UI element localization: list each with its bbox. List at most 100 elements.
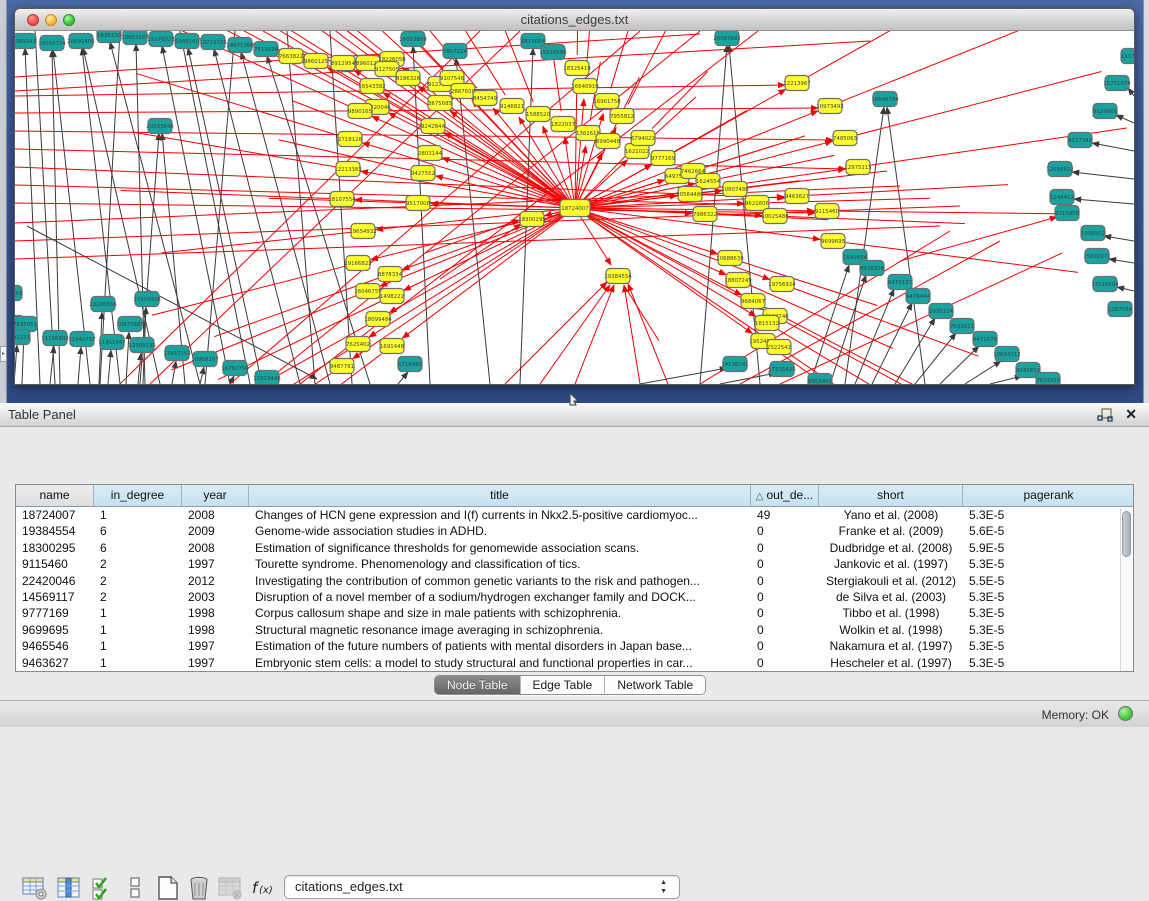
graph-node-label: 17359928	[133, 297, 161, 303]
graph-edge	[830, 275, 866, 384]
tab-network-table[interactable]: Network Table	[605, 676, 705, 694]
table-row[interactable]: 946554611997Estimation of the future num…	[16, 638, 1133, 654]
tab-edge-table[interactable]: Edge Table	[521, 676, 606, 694]
table-row[interactable]: 1938455462009Genome-wide association stu…	[16, 523, 1133, 539]
graph-node-label: 2803144	[418, 151, 443, 157]
graph-node-label: 10719155	[199, 40, 226, 46]
column-header-title[interactable]: title	[249, 485, 751, 506]
tab-node-table[interactable]: Node Table	[435, 676, 521, 694]
graph-node-label: 12213967	[783, 81, 810, 87]
graph-edge	[774, 349, 942, 385]
graph-node-label: 9860125	[304, 59, 328, 65]
graph-node-label: 8454749	[473, 96, 498, 102]
graph-edge	[810, 265, 849, 384]
svg-text:(x): (x)	[259, 885, 273, 896]
cell-pagerank: 5.3E-5	[963, 605, 1134, 621]
column-header-short[interactable]: short	[819, 485, 963, 506]
network-view[interactable]: 2089143140557242069140618381301065326715…	[15, 31, 1134, 385]
cell-name: 18300295	[16, 540, 94, 556]
table-row[interactable]: 1456911722003Disruption of a novel membe…	[16, 589, 1133, 605]
window-title: citations_edges.txt	[15, 12, 1134, 27]
cell-out-de-: 0	[751, 540, 819, 556]
graph-node-label: 18325419	[563, 66, 591, 72]
graph-edge	[15, 345, 17, 384]
graph-node-label: 1815132	[755, 321, 779, 327]
graph-node-label: 10654112	[993, 352, 1020, 358]
graph-node-label: 9146821	[500, 104, 524, 110]
column-header-in-degree[interactable]: in_degree	[94, 485, 182, 506]
table-row[interactable]: 1830029562008Estimation of significance …	[16, 540, 1133, 556]
table-scrollbar[interactable]	[1120, 508, 1132, 672]
graph-edge	[214, 278, 378, 336]
cell-name: 9777169	[16, 605, 94, 621]
cell-year: 2009	[182, 523, 249, 539]
table-scrollbar-thumb[interactable]	[1122, 511, 1131, 557]
graph-edge	[1109, 259, 1134, 263]
show-column-icon[interactable]	[56, 875, 82, 901]
cell-in-degree: 2	[94, 573, 182, 589]
right-panel-edge	[1143, 0, 1149, 403]
close-panel-icon[interactable]: ✕	[1125, 406, 1137, 423]
graph-node-label: 2935114	[929, 309, 954, 315]
graph-node-label: 16782759	[221, 366, 249, 372]
graph-node-label: 1691448	[380, 344, 405, 350]
cell-out-de-: 0	[751, 573, 819, 589]
table-header-row: namein_degreeyeartitle△out_de...shortpag…	[16, 485, 1133, 507]
memory-status-icon[interactable]	[1118, 706, 1133, 721]
panel-collapse-handle[interactable]: ▸	[0, 346, 7, 362]
table-row[interactable]: 1872400712008Changes of HCN gene express…	[16, 507, 1133, 523]
network-canvas: 2089143140557242069140618381301065326715…	[15, 31, 1134, 385]
graph-node-label: 10653267	[121, 35, 148, 41]
table-selector-dropdown[interactable]: citations_edges.txt ▲▼	[284, 875, 680, 899]
table-row[interactable]: 946362711997Embryonic stem cells: a mode…	[16, 655, 1133, 671]
delete-table-icon[interactable]	[217, 875, 243, 901]
graph-node-label: 12342757	[68, 337, 95, 343]
graph-node-label: 1117352	[1121, 54, 1134, 60]
graph-node-label: 9463627	[785, 194, 809, 200]
control-panel-edge	[0, 0, 7, 403]
cell-short: Hescheler et al. (1997)	[819, 655, 963, 671]
table-row[interactable]: 969969511998Structural magnetic resonanc…	[16, 622, 1133, 638]
stacked-boxes-icon[interactable]	[122, 875, 148, 901]
cell-year: 2008	[182, 540, 249, 556]
table-body: 1872400712008Changes of HCN gene express…	[16, 507, 1133, 671]
graph-node-label: 9684067	[741, 299, 765, 305]
select-rows-icon[interactable]	[90, 875, 116, 901]
table-settings-icon[interactable]	[22, 875, 48, 901]
graph-node-label: 1838130	[97, 33, 122, 39]
table-row[interactable]: 977716911998Corpus callosum shape and si…	[16, 605, 1133, 621]
graph-node-label: 10973493	[816, 104, 843, 110]
graph-node-label: 16961758	[593, 99, 621, 105]
window-titlebar[interactable]: citations_edges.txt	[15, 9, 1134, 31]
table-tabs: Node TableEdge TableNetwork Table	[434, 675, 706, 695]
column-header-pagerank[interactable]: pagerank	[963, 485, 1134, 506]
new-file-icon[interactable]	[155, 875, 181, 901]
graph-node-label: 8471676	[973, 337, 998, 343]
function-icon[interactable]: f (x)	[250, 875, 280, 901]
cell-title: Estimation of significance thresholds fo…	[249, 540, 751, 556]
graph-node-label: 18724007	[561, 206, 588, 212]
graph-node-label: 12213383	[334, 167, 361, 173]
table-row[interactable]: 911546021997Tourette syndrome. Phenomeno…	[16, 556, 1133, 572]
graph-node-label: 9621606	[745, 201, 770, 207]
graph-node-label: 8186328	[396, 76, 421, 82]
graph-node-label: 12505135	[128, 343, 155, 349]
graph-node-label: 10807480	[721, 187, 749, 193]
graph-node-label: 16046755	[354, 289, 381, 295]
graph-node-label: 9115958	[1055, 211, 1080, 217]
graph-edge	[628, 31, 667, 104]
float-panel-icon[interactable]	[1097, 407, 1113, 423]
cell-name: 9463627	[16, 655, 94, 671]
graph-edge	[628, 284, 668, 384]
graph-edge	[398, 372, 408, 384]
column-header-year[interactable]: year	[182, 485, 249, 506]
cell-title: Tourette syndrome. Phenomenology and cla…	[249, 556, 751, 572]
table-row[interactable]: 2242004622012Investigating the contribut…	[16, 573, 1133, 589]
graph-node-label: 1822037	[551, 122, 575, 128]
graph-node-label: 8878334	[378, 272, 403, 278]
trash-icon[interactable]	[186, 875, 212, 901]
column-header-name[interactable]: name	[16, 485, 94, 506]
column-header-out-de-[interactable]: △out_de...	[751, 485, 819, 506]
graph-edge	[625, 287, 659, 341]
cell-short: de Silva et al. (2003)	[819, 589, 963, 605]
